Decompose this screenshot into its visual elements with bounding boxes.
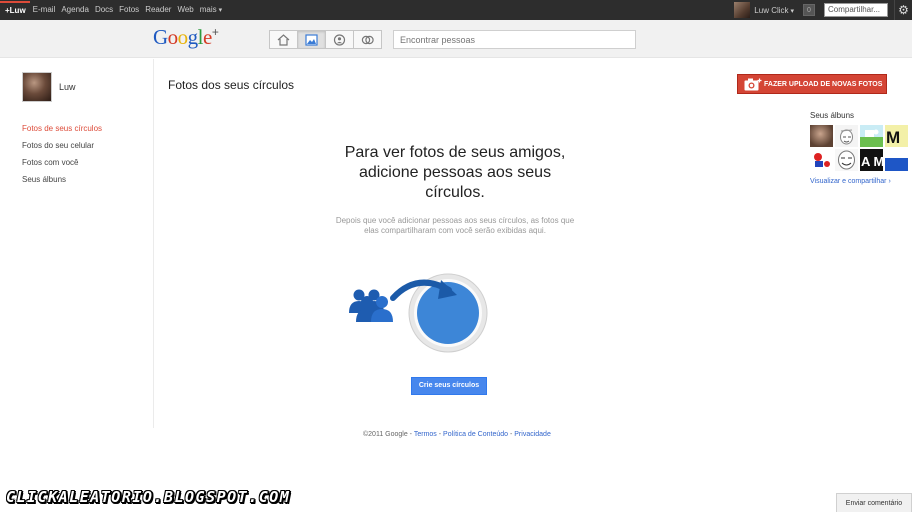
albums-grid: M A M bbox=[810, 125, 908, 171]
albums-view-share-link[interactable]: Visualizar e compartilhar › bbox=[810, 178, 891, 185]
header: Google+ bbox=[0, 20, 912, 58]
nav-more[interactable]: mais bbox=[197, 0, 225, 21]
notification-count[interactable]: 0 bbox=[803, 4, 815, 16]
sidebar-item-photos-of-you[interactable]: Fotos com você bbox=[22, 157, 102, 174]
top-avatar[interactable] bbox=[734, 2, 751, 18]
svg-text:M: M bbox=[886, 128, 900, 147]
camera-icon bbox=[744, 78, 762, 91]
album-thumbnail[interactable]: M bbox=[885, 125, 908, 147]
nav-calendar[interactable]: Agenda bbox=[58, 0, 92, 20]
upload-photos-label: FAZER UPLOAD DE NOVAS FOTOS bbox=[764, 80, 883, 88]
gear-icon[interactable]: ⚙ bbox=[894, 0, 912, 20]
sidebar-item-your-albums[interactable]: Seus álbuns bbox=[22, 174, 102, 191]
albums-title: Seus álbuns bbox=[810, 111, 855, 120]
album-thumbnail[interactable] bbox=[860, 125, 883, 147]
home-icon[interactable] bbox=[269, 30, 298, 49]
album-thumbnail[interactable] bbox=[835, 125, 858, 147]
empty-state-headline: Para ver fotos de seus amigos, adicione … bbox=[344, 144, 566, 201]
upload-photos-button[interactable]: FAZER UPLOAD DE NOVAS FOTOS bbox=[737, 74, 887, 94]
top-nav: +Luw E-mail Agenda Docs Fotos Reader Web… bbox=[0, 0, 225, 20]
footer-link-content-policy[interactable]: Política de Conteúdo bbox=[443, 431, 508, 438]
nav-photos[interactable]: Fotos bbox=[116, 0, 142, 20]
stream-nav bbox=[269, 30, 382, 49]
profile-name[interactable]: Luw bbox=[59, 82, 76, 92]
people-icon bbox=[349, 289, 393, 322]
sidebar-item-circles-photos[interactable]: Fotos de seus círculos bbox=[22, 123, 102, 140]
share-input[interactable]: Compartilhar... bbox=[824, 3, 888, 17]
circles-icon[interactable] bbox=[353, 30, 382, 49]
top-bar: +Luw E-mail Agenda Docs Fotos Reader Web… bbox=[0, 0, 912, 20]
photos-icon[interactable] bbox=[297, 30, 326, 49]
nav-email[interactable]: E-mail bbox=[30, 0, 59, 20]
search-input[interactable] bbox=[393, 30, 636, 49]
nav-docs[interactable]: Docs bbox=[92, 0, 116, 20]
footer-link-privacy[interactable]: Privacidade bbox=[514, 431, 551, 438]
profile-icon[interactable] bbox=[325, 30, 354, 49]
nav-reader[interactable]: Reader bbox=[142, 0, 174, 20]
sidebar-item-mobile-photos[interactable]: Fotos do seu celular bbox=[22, 140, 102, 157]
nav-web[interactable]: Web bbox=[174, 0, 196, 20]
profile[interactable]: Luw bbox=[22, 72, 76, 102]
sidebar: Luw Fotos de seus círculos Fotos do seu … bbox=[0, 59, 154, 428]
page-title: Fotos dos seus círculos bbox=[168, 78, 295, 92]
album-thumbnail[interactable] bbox=[885, 149, 908, 171]
google-plus-logo[interactable]: Google+ bbox=[153, 25, 219, 50]
album-thumbnail[interactable] bbox=[810, 125, 833, 147]
empty-state-subtext: Depois que você adicionar pessoas aos se… bbox=[335, 216, 575, 235]
avatar[interactable] bbox=[22, 72, 52, 102]
add-to-circles-illustration bbox=[349, 273, 488, 353]
create-circles-button[interactable]: Crie seus círculos bbox=[411, 377, 487, 395]
sidebar-menu: Fotos de seus círculos Fotos do seu celu… bbox=[22, 123, 102, 191]
svg-text:A M: A M bbox=[861, 154, 883, 169]
nav-plus-user[interactable]: +Luw bbox=[0, 1, 30, 19]
album-thumbnail[interactable] bbox=[835, 149, 858, 171]
send-feedback-button[interactable]: Enviar comentário bbox=[836, 493, 912, 512]
album-thumbnail[interactable] bbox=[810, 149, 833, 171]
footer-copyright: ©2011 Google - bbox=[363, 431, 413, 438]
album-thumbnail[interactable]: A M bbox=[860, 149, 883, 171]
top-user-name[interactable]: Luw Click bbox=[754, 6, 794, 15]
footer-link-terms[interactable]: Termos bbox=[414, 431, 437, 438]
blog-watermark: CLICKALEATORIO.BLOGSPOT.COM bbox=[6, 488, 291, 506]
